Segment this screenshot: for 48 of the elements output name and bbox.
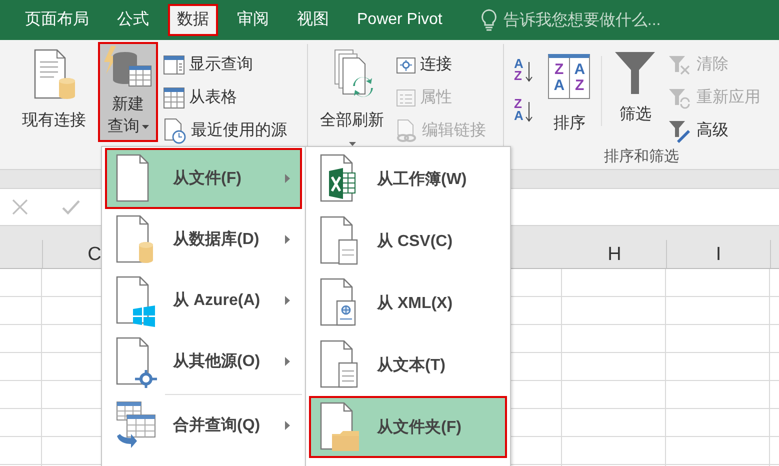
ribbon-tab[interactable]: 页面布局 <box>16 4 98 36</box>
sort-button[interactable]: Z A A Z 排序 <box>539 44 600 137</box>
ribbon-command[interactable]: 从表格 <box>161 81 289 114</box>
menu-item[interactable]: 从 Azure(A) <box>105 270 302 331</box>
lightbulb-icon <box>481 9 498 31</box>
ribbon-command[interactable]: 显示查询 <box>161 48 289 81</box>
new-query-button[interactable]: 新建 查询 <box>98 42 158 142</box>
query-pane-icon <box>163 54 185 74</box>
funnel-icon <box>614 50 656 96</box>
advanced-filter-icon <box>668 118 692 142</box>
submenu-arrow-icon <box>285 235 290 244</box>
table-icon <box>163 86 185 108</box>
properties-list-icon <box>396 88 416 108</box>
submenu-arrow-icon <box>285 357 290 366</box>
ribbon-tab[interactable]: 公式 <box>108 4 158 36</box>
ribbon-tab[interactable]: 审阅 <box>228 4 278 36</box>
sort-dialog-icon: Z A A Z <box>548 54 590 99</box>
enter-check-icon[interactable] <box>62 199 80 215</box>
ribbon-tab[interactable]: 视图 <box>288 4 338 36</box>
submenu-arrow-icon <box>285 296 290 305</box>
crosshair-file-icon <box>115 336 159 388</box>
column-header[interactable]: I <box>667 240 771 268</box>
column-header[interactable]: H <box>563 240 667 268</box>
ribbon-command[interactable]: 连接 <box>394 48 488 81</box>
menu-item[interactable]: 从文件夹(F) <box>309 396 507 458</box>
group-label: 排序和筛选 <box>603 147 680 166</box>
menu-item[interactable]: 从文本(T) <box>309 334 507 396</box>
ribbon-tab[interactable]: Power Pivot <box>348 4 452 36</box>
connection-node-icon <box>396 54 416 74</box>
dropdown-caret-icon <box>142 125 148 129</box>
recent-file-icon <box>163 118 187 144</box>
tell-me-prompt[interactable]: 告诉我您想要做什么... <box>503 10 661 30</box>
menu-item[interactable]: 从工作簿(W) <box>309 148 507 210</box>
cancel-icon[interactable] <box>12 199 28 215</box>
reapply-filter-icon <box>668 86 692 108</box>
submenu-arrow-icon <box>285 421 290 430</box>
submenu-arrow-icon <box>285 174 290 183</box>
filter-button[interactable]: 筛选 <box>604 44 666 128</box>
chain-link-icon <box>396 118 418 142</box>
ribbon-command[interactable]: 高级 <box>666 114 762 147</box>
menu-item[interactable]: 从 XML(X) <box>309 272 507 334</box>
menu-item[interactable]: 从文件(F) <box>105 148 302 209</box>
clear-filter-icon <box>668 54 692 76</box>
existing-connections-button[interactable]: 现有连接 <box>14 44 94 134</box>
menu-item[interactable]: 从其他源(O) <box>105 331 302 392</box>
menu-item[interactable]: 从 CSV(C) <box>309 210 507 272</box>
ribbon-tab[interactable]: 数据 <box>168 4 218 36</box>
menu-item[interactable]: 合并查询(Q) <box>105 395 302 456</box>
